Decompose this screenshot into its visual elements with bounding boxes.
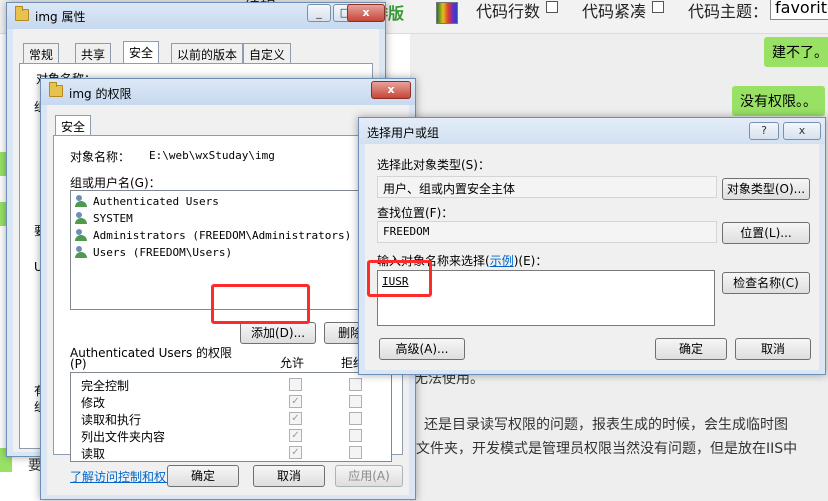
check-names-button[interactable]: 检查名称(C) — [722, 272, 810, 294]
highlight-add-button — [211, 284, 310, 324]
list-item[interactable]: Authenticated Users — [75, 193, 219, 210]
user-group-icon — [75, 246, 89, 258]
allow-checkbox[interactable]: ✓ — [289, 429, 302, 442]
permission-name: 列出文件夹内容 — [81, 430, 166, 444]
user-name: SYSTEM — [93, 212, 133, 225]
user-name: Administrators (FREEDOM\Administrators) — [93, 229, 352, 242]
deny-checkbox[interactable] — [349, 412, 362, 425]
minimize-button[interactable]: _ — [307, 4, 331, 22]
tab-general[interactable]: 常规 — [23, 43, 60, 63]
list-item[interactable]: SYSTEM — [75, 210, 133, 227]
theme-select[interactable]: favorite — [770, 0, 828, 20]
cancel-button[interactable]: 取消 — [253, 465, 325, 487]
permission-name: 读取 — [81, 447, 106, 461]
permissions-header-key: (P) — [70, 357, 87, 371]
chat-bubble: 没有权限。。 — [732, 86, 825, 116]
permission-name: 读取和执行 — [81, 413, 142, 427]
permission-name: 完全控制 — [81, 379, 130, 393]
ok-button[interactable]: 确定 — [655, 338, 727, 360]
deny-checkbox[interactable] — [349, 395, 362, 408]
ok-button[interactable]: 确定 — [167, 465, 239, 487]
allow-checkbox[interactable]: ✓ — [289, 395, 302, 408]
compact-label: 代码紧凑 — [582, 2, 647, 21]
tab-sharing[interactable]: 共享 — [75, 43, 112, 63]
user-name: Authenticated Users — [93, 195, 219, 208]
color-picker[interactable] — [436, 2, 458, 24]
properties-titlebar[interactable]: img 属性 _ □ x — [7, 3, 385, 29]
tab-previous-versions[interactable]: 以前的版本 — [171, 43, 244, 63]
add-button[interactable]: 添加(D)... — [240, 322, 316, 344]
theme-label: 代码主题： — [688, 2, 769, 21]
folder-icon — [49, 82, 63, 97]
tab-customize[interactable]: 自定义 — [243, 43, 292, 63]
properties-title: img 属性 — [35, 10, 86, 24]
folder-icon — [15, 6, 29, 21]
allow-checkbox[interactable] — [289, 378, 302, 391]
close-button[interactable]: x — [783, 122, 821, 140]
enter-label-text: )(E)： — [513, 254, 548, 268]
advanced-button[interactable]: 高级(A)... — [379, 338, 465, 360]
chat-text-line: 还是目录读写权限的问题，报表生成的时候，会生成临时图 — [424, 417, 788, 433]
deny-checkbox[interactable] — [349, 429, 362, 442]
list-item[interactable]: Administrators (FREEDOM\Administrators) — [75, 227, 351, 244]
location-field: FREEDOM — [377, 221, 717, 243]
object-name-label: 对象名称： — [70, 150, 131, 164]
allow-checkbox[interactable]: ✓ — [289, 412, 302, 425]
user-group-icon — [75, 195, 89, 207]
select-users-titlebar[interactable]: 选择用户或组 ? x — [359, 118, 825, 144]
apply-button[interactable]: 应用(A) — [335, 465, 403, 487]
learn-access-control-link[interactable]: 了解访问控制和权限 — [70, 468, 178, 485]
object-type-field: 用户、组或内置安全主体 — [377, 176, 717, 198]
object-name-value: E:\web\wxStuday\img — [149, 149, 275, 162]
close-button[interactable]: x — [371, 81, 411, 99]
chat-text-line: 文件夹，开发模式是管理员权限当然没有问题，但是放在IIS中 — [416, 441, 798, 457]
close-button[interactable]: x — [347, 4, 385, 22]
select-users-dialog: 选择用户或组 ? x 选择此对象类型(S)： 用户、组或内置安全主体 对象类型(… — [358, 117, 826, 375]
allow-checkbox[interactable]: ✓ — [289, 446, 302, 459]
group-user-label: 组或用户名(G)： — [70, 176, 161, 190]
allow-column-header: 允许 — [280, 356, 305, 370]
object-type-label: 选择此对象类型(S)： — [377, 158, 490, 172]
examples-link[interactable]: 示例 — [490, 254, 514, 268]
select-users-title: 选择用户或组 — [367, 126, 440, 140]
help-button[interactable]: ? — [749, 122, 779, 140]
deny-checkbox[interactable] — [349, 446, 362, 459]
user-group-icon — [75, 229, 89, 241]
line-numbers-label: 代码行数 — [476, 2, 541, 21]
permissions-title: img 的权限 — [69, 87, 132, 101]
list-item[interactable]: Users (FREEDOM\Users) — [75, 244, 232, 261]
permissions-titlebar[interactable]: img 的权限 x — [41, 79, 415, 105]
tab-security[interactable]: 安全 — [55, 115, 92, 137]
line-numbers-checkbox[interactable] — [546, 1, 558, 13]
compact-checkbox[interactable] — [652, 1, 664, 13]
user-group-icon — [75, 212, 89, 224]
permission-name: 修改 — [81, 396, 106, 410]
tab-security[interactable]: 安全 — [123, 41, 160, 63]
location-label: 查找位置(F)： — [377, 206, 454, 220]
chat-bubble: 建不了。 — [764, 37, 828, 67]
locations-button[interactable]: 位置(L)... — [722, 222, 810, 244]
object-types-button[interactable]: 对象类型(O)... — [722, 178, 810, 200]
cancel-button[interactable]: 取消 — [735, 338, 811, 360]
permissions-header: Authenticated Users 的权限 — [70, 346, 233, 360]
user-name: Users (FREEDOM\Users) — [93, 246, 233, 259]
permissions-list: 完全控制 修改 读取和执行 列出文件夹内容 读取 ✓ ✓ ✓ ✓ — [70, 372, 392, 462]
highlight-entered-name — [367, 260, 432, 297]
deny-checkbox[interactable] — [349, 378, 362, 391]
select-users-client: 选择此对象类型(S)： 用户、组或内置安全主体 对象类型(O)... 查找位置(… — [365, 144, 819, 370]
